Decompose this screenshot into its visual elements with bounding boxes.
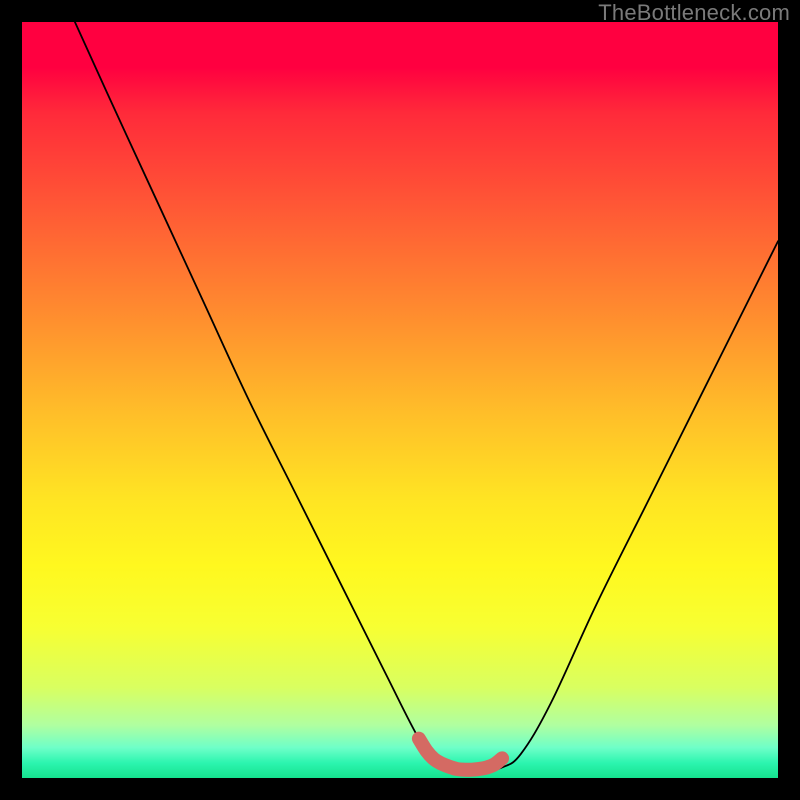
chart-svg [22,22,778,778]
bottleneck-curve-path [75,22,778,772]
plot-area [22,22,778,778]
optimal-marker-path [419,739,502,770]
watermark-text: TheBottleneck.com [598,0,790,26]
chart-stage: TheBottleneck.com [0,0,800,800]
